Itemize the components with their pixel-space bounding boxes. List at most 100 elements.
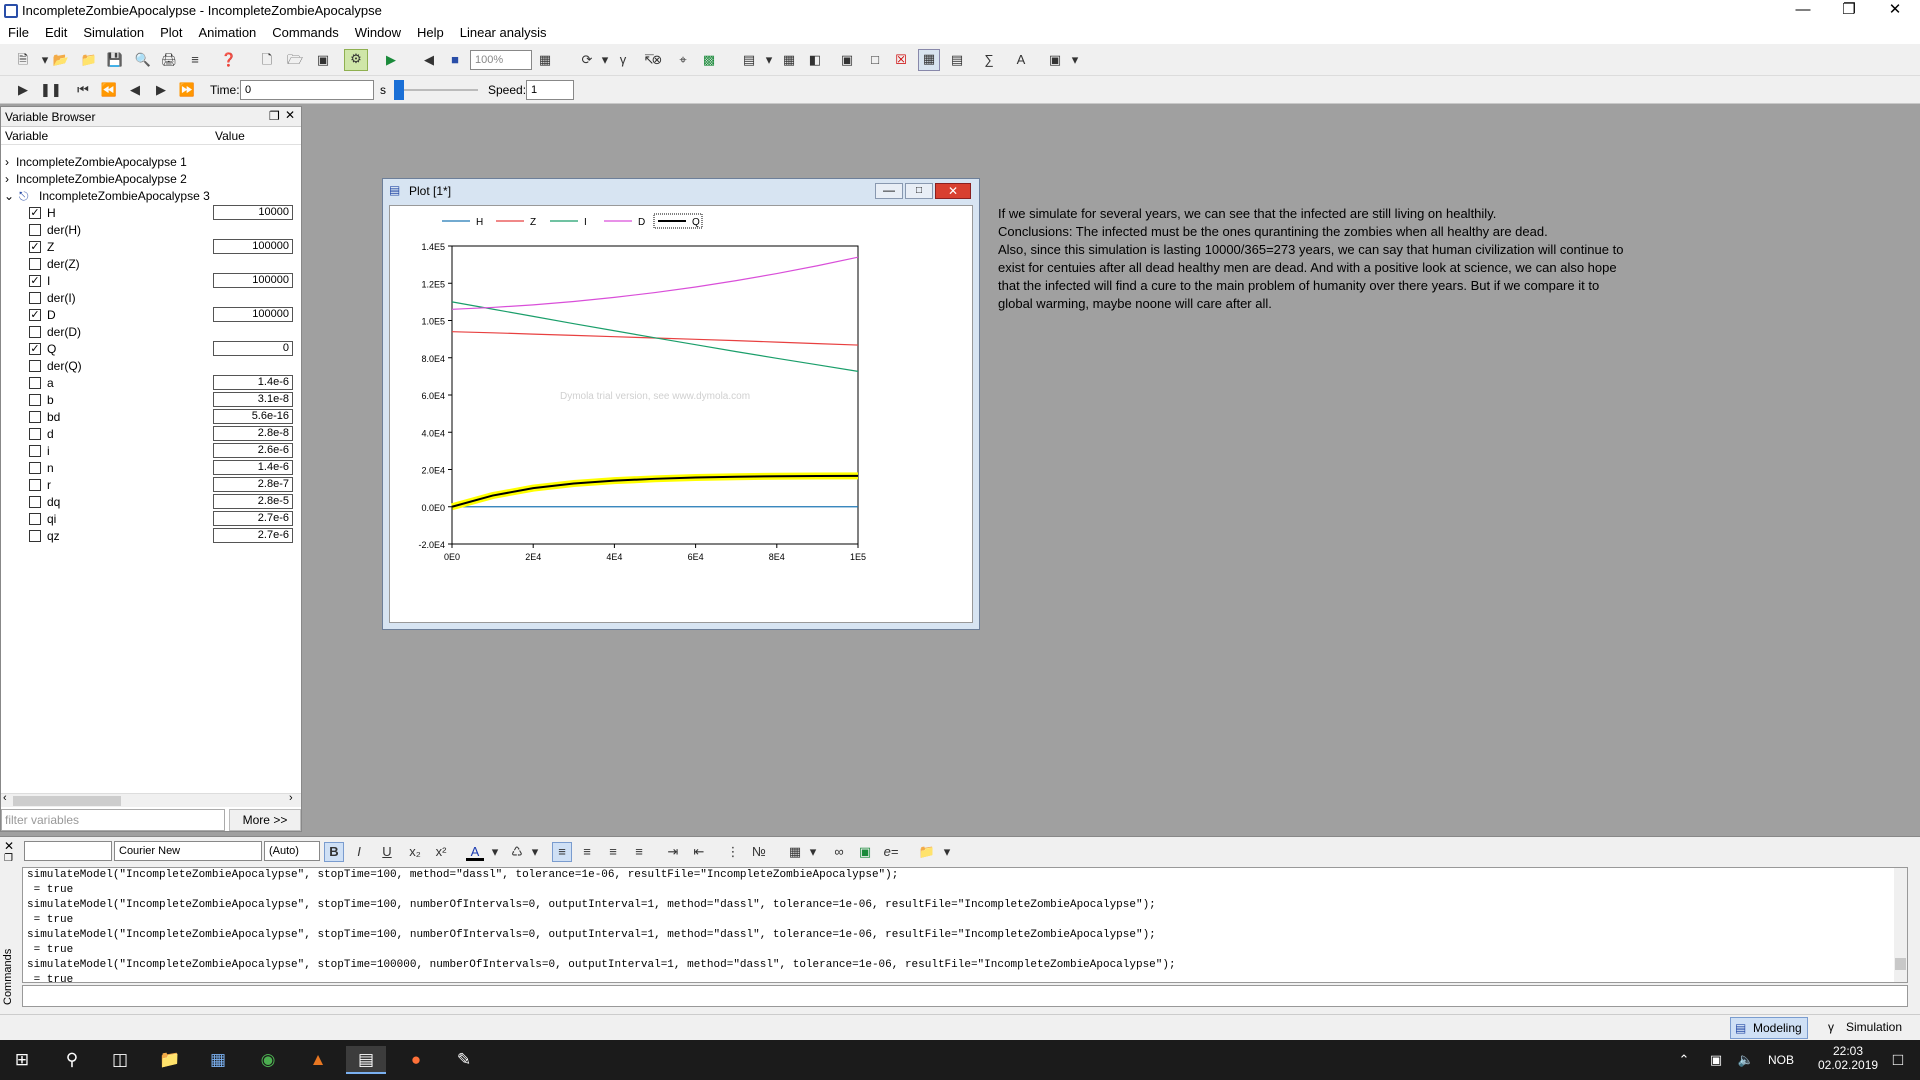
variable-value-field[interactable]: 2.8e-8 <box>213 426 293 441</box>
dropdown-icon[interactable]: ▾ <box>526 843 544 861</box>
variable-row[interactable]: r 2.8e-7 <box>1 476 301 493</box>
paint-icon[interactable]: ✎ <box>444 1046 484 1074</box>
variable-row[interactable]: der(H) <box>1 221 301 238</box>
variable-value-field[interactable]: 5.6e-16 <box>213 409 293 424</box>
variable-row[interactable]: ✓ I 100000 <box>1 272 301 289</box>
variable-value-field[interactable]: 100000 <box>213 273 293 288</box>
variable-value-field[interactable]: 2.7e-6 <box>213 528 293 543</box>
variable-checkbox[interactable] <box>29 326 41 338</box>
clock[interactable]: 22:03 02.02.2019 <box>1818 1044 1878 1072</box>
result-item[interactable]: › IncompleteZombieApocalypse 1 <box>1 153 301 170</box>
task-view-icon[interactable]: ◫ <box>100 1046 140 1074</box>
pause-icon[interactable]: ❚❚ <box>40 81 62 99</box>
variable-row[interactable]: d 2.8e-8 <box>1 425 301 442</box>
translate-icon[interactable]: ⚙ <box>344 49 368 71</box>
variable-checkbox[interactable] <box>29 479 41 491</box>
variable-row[interactable]: ✓ Q 0 <box>1 340 301 357</box>
table-icon[interactable]: ▦ <box>786 843 804 861</box>
font-color-icon[interactable]: A <box>466 843 484 861</box>
menu-window[interactable]: Window <box>347 22 409 44</box>
variable-row[interactable]: qz 2.7e-6 <box>1 527 301 544</box>
simulation-tab[interactable]: γ Simulation <box>1822 1017 1914 1039</box>
horizontal-scrollbar[interactable]: ‹ › <box>1 792 301 807</box>
time-slider-track[interactable] <box>404 89 478 91</box>
variable-checkbox[interactable] <box>29 411 41 423</box>
frame-icon[interactable]: □ <box>866 51 884 69</box>
scrollbar-thumb[interactable] <box>13 796 121 806</box>
menu-simulation[interactable]: Simulation <box>75 22 152 44</box>
variable-row[interactable]: i 2.6e-6 <box>1 442 301 459</box>
text-icon[interactable]: A <box>1012 51 1030 69</box>
variable-checkbox[interactable]: ✓ <box>29 275 41 287</box>
search-icon[interactable]: 🔍 <box>134 51 152 69</box>
save-icon[interactable]: 💾 <box>106 51 124 69</box>
rewind-start-icon[interactable]: ⏮ <box>74 81 92 99</box>
folder-icon[interactable]: 📁 <box>918 843 936 861</box>
result-item[interactable]: › IncompleteZombieApocalypse 2 <box>1 170 301 187</box>
back-icon[interactable]: ◀ <box>420 51 438 69</box>
speed-select[interactable]: 1 <box>526 80 574 100</box>
scroll-left-icon[interactable]: ‹ <box>3 792 7 804</box>
print-icon[interactable]: 🖨 <box>160 51 178 69</box>
variable-value-field[interactable]: 10000 <box>213 205 293 220</box>
dropdown-icon[interactable]: ▾ <box>486 843 504 861</box>
justify-icon[interactable]: ≡ <box>630 843 648 861</box>
variable-row[interactable]: ✓ H 10000 <box>1 204 301 221</box>
variable-value-field[interactable]: 1.4e-6 <box>213 460 293 475</box>
notifications-icon[interactable]: □ <box>1878 1046 1918 1074</box>
open-icon[interactable]: 📂 <box>52 51 70 69</box>
variable-value-field[interactable]: 3.1e-8 <box>213 392 293 407</box>
variable-row[interactable]: a 1.4e-6 <box>1 374 301 391</box>
layout-icon[interactable]: ◧ <box>806 51 824 69</box>
reverse-icon[interactable]: ⏪ <box>100 81 118 99</box>
close-icon[interactable]: ✕ <box>285 108 295 122</box>
load-icon[interactable]: 🗁 <box>286 51 304 69</box>
equation-icon[interactable]: e= <box>882 843 900 861</box>
chrome-icon[interactable]: ◉ <box>248 1046 288 1074</box>
menu-commands[interactable]: Commands <box>264 22 346 44</box>
crosshair-icon[interactable]: ⌖ <box>674 51 692 69</box>
firefox-icon[interactable]: ● <box>396 1046 436 1074</box>
variable-value-field[interactable]: 2.8e-5 <box>213 494 293 509</box>
align-right-icon[interactable]: ≡ <box>604 843 622 861</box>
indent-icon[interactable]: ⇥ <box>664 843 682 861</box>
filter-variables-input[interactable]: filter variables <box>1 809 225 831</box>
variable-row[interactable]: qi 2.7e-6 <box>1 510 301 527</box>
search-icon[interactable]: ⚲ <box>52 1046 92 1074</box>
variable-row[interactable]: bd 5.6e-16 <box>1 408 301 425</box>
zoom-select[interactable]: 100% <box>470 50 532 70</box>
window-options-icon[interactable]: ▣ <box>1046 51 1064 69</box>
variable-checkbox[interactable]: ✓ <box>29 343 41 355</box>
font-size-select[interactable]: (Auto) <box>264 841 320 861</box>
variable-checkbox[interactable] <box>29 292 41 304</box>
language-indicator[interactable]: NOB <box>1768 1053 1794 1067</box>
variable-checkbox[interactable]: ✓ <box>29 241 41 253</box>
variable-checkbox[interactable] <box>29 530 41 542</box>
variable-value-field[interactable]: 2.6e-6 <box>213 443 293 458</box>
menu-plot[interactable]: Plot <box>152 22 190 44</box>
result-icon[interactable]: ▣ <box>314 51 332 69</box>
superscript-icon[interactable]: x² <box>432 843 450 861</box>
variable-row[interactable]: ✓ D 100000 <box>1 306 301 323</box>
outdent-icon[interactable]: ⇤ <box>690 843 708 861</box>
variable-row[interactable]: der(I) <box>1 289 301 306</box>
scrollbar-thumb[interactable] <box>1895 958 1906 970</box>
windows-start-icon[interactable]: ⊞ <box>2 1046 42 1074</box>
plot-close-button[interactable]: ✕ <box>935 183 971 199</box>
grid-icon[interactable]: ▦ <box>918 49 940 71</box>
simulate-icon[interactable]: ▶ <box>382 51 400 69</box>
variable-checkbox[interactable] <box>29 496 41 508</box>
animate-icon[interactable]: ▩ <box>700 51 718 69</box>
export-icon[interactable]: ≡ <box>186 51 204 69</box>
italic-icon[interactable]: I <box>350 843 368 861</box>
align-center-icon[interactable]: ≡ <box>578 843 596 861</box>
dropdown-icon[interactable]: ▾ <box>1066 51 1084 69</box>
variable-checkbox[interactable] <box>29 258 41 270</box>
time-input[interactable]: 0 <box>240 80 374 100</box>
variable-value-field[interactable]: 2.7e-6 <box>213 511 293 526</box>
variable-checkbox[interactable] <box>29 224 41 236</box>
variable-checkbox[interactable] <box>29 377 41 389</box>
menu-file[interactable]: File <box>0 22 37 44</box>
command-log[interactable]: simulateModel("IncompleteZombieApocalyps… <box>22 867 1908 983</box>
help-icon[interactable]: ❓ <box>220 51 238 69</box>
